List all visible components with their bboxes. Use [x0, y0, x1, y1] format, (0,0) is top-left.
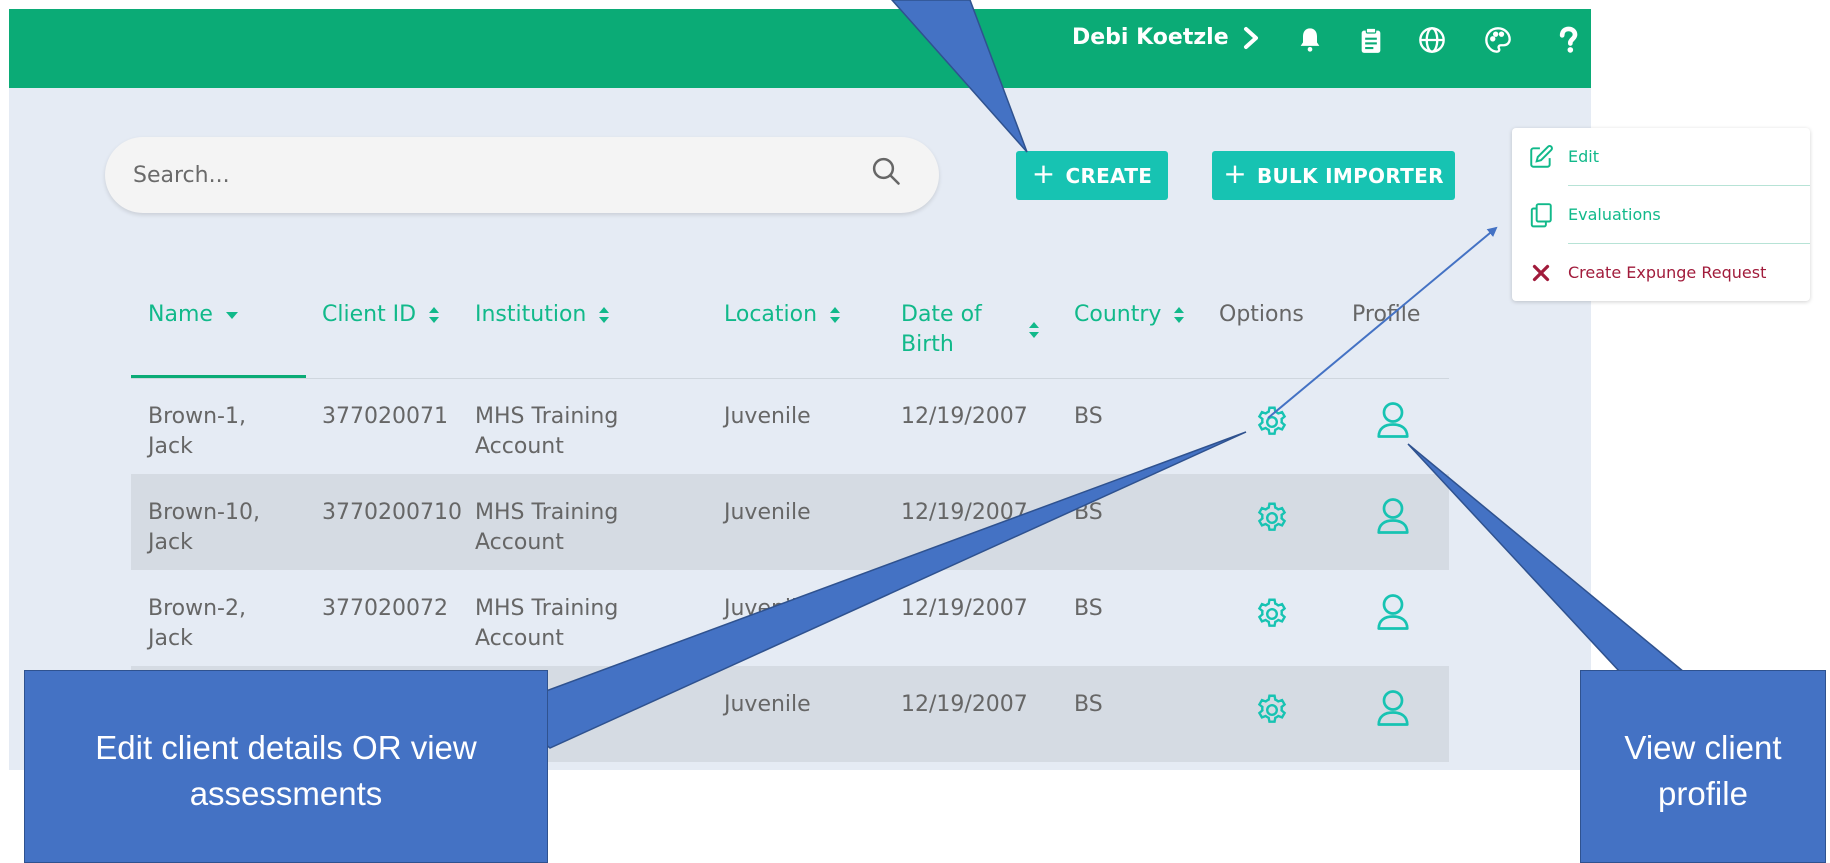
cell-dob: 12/19/2007 [901, 692, 1028, 717]
plus-icon: + [1031, 157, 1056, 190]
sort-icon [429, 307, 440, 323]
table-row[interactable]: Brown-1, Jack 377020071 MHS Training Accou… [131, 378, 1449, 474]
sort-icon[interactable] [1028, 321, 1040, 339]
column-header-country[interactable]: Country [1074, 300, 1185, 330]
cell-location: Juvenile [724, 596, 811, 621]
user-profile-icon[interactable] [1375, 400, 1411, 440]
menu-item-label: Edit [1568, 147, 1599, 166]
close-icon [1532, 264, 1550, 281]
cell-client-id: 377020072 [322, 596, 448, 621]
column-header-institution[interactable]: Institution [475, 300, 610, 330]
cell-location: Juvenile [724, 404, 811, 429]
callout-edit-client: Edit client details OR view assessments [24, 670, 548, 863]
column-header-label: Birth [901, 332, 954, 357]
search-box[interactable] [105, 137, 939, 213]
cell-dob: 12/19/2007 [901, 596, 1028, 621]
cell-country: BS [1074, 404, 1103, 429]
gear-icon[interactable] [1254, 692, 1290, 728]
column-header-location[interactable]: Location [724, 300, 841, 330]
cell-country: BS [1074, 500, 1103, 525]
table-row[interactable]: Brown-2, Jack 377020072 MHS Training Accou… [131, 570, 1449, 666]
user-profile-icon[interactable] [1375, 592, 1411, 632]
edit-icon [1530, 144, 1553, 168]
cell-country: BS [1074, 692, 1103, 717]
cell-name: Brown-2, Jack [148, 596, 246, 651]
create-label: CREATE [1065, 163, 1153, 188]
top-bar: Debi Koetzle [9, 9, 1591, 88]
help-icon[interactable] [1553, 23, 1583, 57]
palette-icon[interactable] [1483, 23, 1513, 57]
search-icon[interactable] [871, 156, 901, 186]
menu-item-edit[interactable]: Edit [1512, 128, 1810, 185]
user-menu[interactable]: Debi Koetzle [1072, 25, 1259, 50]
column-header-label: Date of [901, 302, 982, 327]
sort-icon [830, 307, 841, 323]
cell-dob: 12/19/2007 [901, 500, 1028, 525]
cell-institution: MHS Training Account [475, 596, 619, 651]
bulk-importer-button[interactable]: + BULK IMPORTER [1212, 151, 1455, 200]
column-header-client-id[interactable]: Client ID [322, 300, 440, 330]
cell-client-id: 3770200710 [322, 500, 462, 525]
menu-item-label: Evaluations [1568, 205, 1661, 224]
search-input[interactable] [133, 155, 833, 195]
callout-view-profile: View client profile [1580, 670, 1826, 863]
cell-location: Juvenile [724, 500, 811, 525]
column-header-options: Options [1219, 302, 1304, 327]
table-row[interactable]: Brown-10, Jack 3770200710 MHS Training Acc… [131, 474, 1449, 570]
globe-icon[interactable] [1417, 23, 1447, 57]
column-header-label: Client ID [322, 302, 417, 327]
plus-icon: + [1223, 157, 1247, 190]
sort-icon [599, 307, 610, 323]
column-header-name[interactable]: Name [148, 300, 239, 330]
gear-icon[interactable] [1254, 596, 1290, 632]
cell-country: BS [1074, 596, 1103, 621]
gear-icon[interactable] [1254, 500, 1290, 536]
menu-item-create-expunge-request[interactable]: Create Expunge Request [1512, 244, 1810, 301]
cell-client-id: 377020071 [322, 404, 448, 429]
cell-institution: MHS Training Account [475, 500, 619, 555]
sort-icon [1174, 307, 1185, 323]
copy-icon [1530, 202, 1552, 227]
gear-icon[interactable] [1254, 404, 1290, 440]
cell-dob: 12/19/2007 [901, 404, 1028, 429]
sort-desc-icon [225, 312, 238, 319]
user-profile-icon[interactable] [1375, 496, 1411, 536]
create-button[interactable]: + CREATE [1016, 151, 1168, 200]
menu-item-label: Create Expunge Request [1568, 263, 1767, 282]
menu-item-evaluations[interactable]: Evaluations [1512, 186, 1810, 243]
bell-icon[interactable] [1295, 23, 1325, 57]
column-header-label: Country [1074, 302, 1162, 327]
column-header-label: Name [148, 302, 213, 327]
cell-name: Brown-1, Jack [148, 404, 246, 459]
column-header-dob[interactable]: Date of Birth [901, 300, 1011, 360]
column-header-profile: Profile [1352, 302, 1421, 327]
column-header-label: Institution [475, 302, 587, 327]
clipboard-icon[interactable] [1356, 23, 1386, 57]
cell-institution: MHS Training Account [475, 404, 619, 459]
chevron-right-icon [1243, 26, 1258, 49]
user-name: Debi Koetzle [1072, 25, 1229, 50]
app-window: Debi Koetzle + CREATE + BULK IMPORTER Na… [9, 9, 1591, 770]
cell-location: Juvenile [724, 692, 811, 717]
user-profile-icon[interactable] [1375, 688, 1411, 728]
options-menu: Edit Evaluations Create Expunge Request [1512, 128, 1810, 301]
bulk-importer-label: BULK IMPORTER [1256, 163, 1444, 188]
cell-name: Brown-10, Jack [148, 500, 260, 555]
column-header-label: Location [724, 302, 818, 327]
